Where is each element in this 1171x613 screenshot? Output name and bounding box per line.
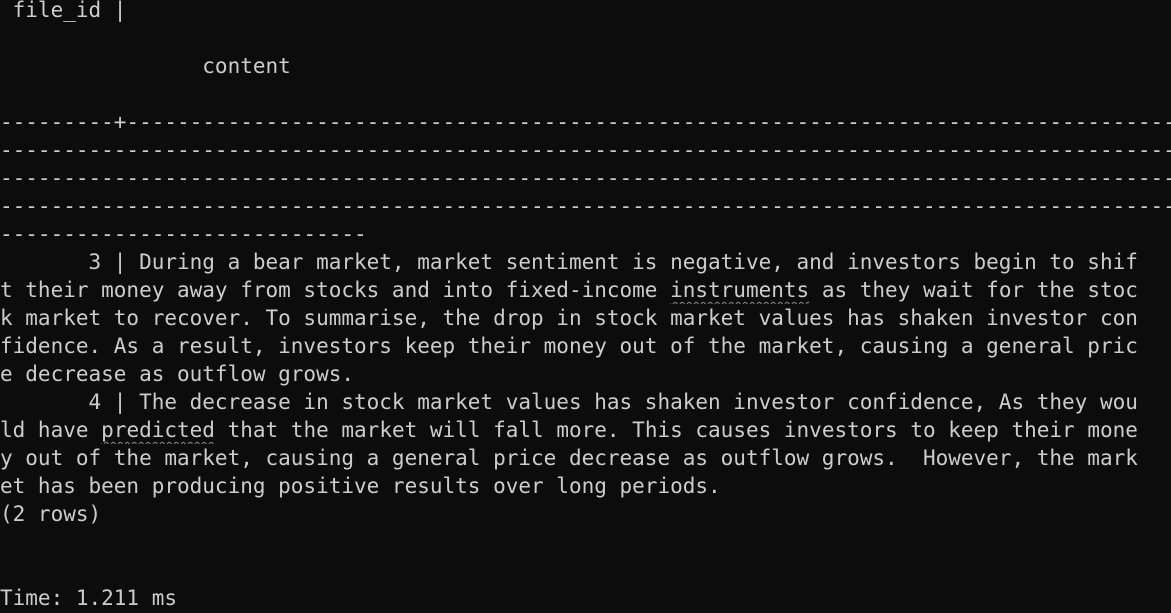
row-3-line-1: 3 | During a bear market, market sentime… bbox=[0, 250, 1138, 274]
row-3-line-2-end: as they wait for the stoc bbox=[809, 278, 1138, 302]
terminal-window[interactable]: file_id | content ---------+------------… bbox=[0, 0, 1171, 613]
separator-line: ----------------------------- bbox=[0, 222, 367, 246]
row-3-line-2-start: t their money away from stocks and into … bbox=[0, 278, 671, 302]
row-3-line-4: fidence. As a result, investors keep the… bbox=[0, 334, 1138, 358]
separator-line: ----------------------------------------… bbox=[0, 194, 1171, 218]
timing-output: Time: 1.211 ms bbox=[0, 586, 178, 610]
separator-line: ----------------------------------------… bbox=[0, 138, 1171, 162]
row-4-line-1: 4 | The decrease in stock market values … bbox=[0, 390, 1138, 414]
row-4-line-3: y out of the market, causing a general p… bbox=[0, 446, 1138, 470]
separator-line: ----------------------------------------… bbox=[0, 166, 1171, 190]
row-3-line-5: e decrease as outflow grows. bbox=[0, 362, 355, 386]
row-4-line-4: et has been producing positive results o… bbox=[0, 474, 721, 498]
row-4-line-2-start: ld have bbox=[0, 418, 102, 442]
row-count: (2 rows) bbox=[0, 502, 102, 526]
header-content: content bbox=[0, 54, 291, 78]
row-4-line-2-end: that the market will fall more. This cau… bbox=[214, 418, 1138, 442]
header-file-id: file_id | bbox=[0, 0, 127, 22]
row-3-line-3: k market to recover. To summarise, the d… bbox=[0, 306, 1138, 330]
row-4-line-2: ld have predicted that the market will f… bbox=[0, 416, 1171, 444]
separator-line: ---------+------------------------------… bbox=[0, 110, 1171, 134]
row-3-line-2: t their money away from stocks and into … bbox=[0, 276, 1171, 304]
spellcheck-flagged-word[interactable]: instruments bbox=[670, 278, 809, 302]
spellcheck-flagged-word[interactable]: predicted bbox=[101, 418, 215, 442]
